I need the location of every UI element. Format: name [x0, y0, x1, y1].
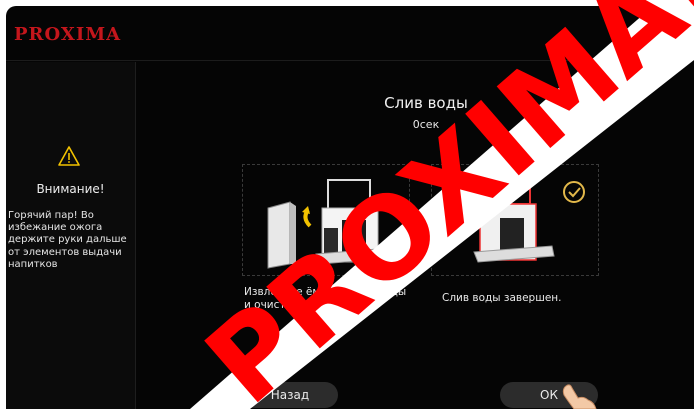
- warning-text: Горячий пар! Во избежание ожога держите …: [8, 210, 127, 270]
- brand-logo: PROXIMA: [14, 24, 122, 45]
- header-divider: [6, 60, 694, 61]
- warning-triangle-icon: [58, 146, 80, 166]
- elapsed-timer: 0сек: [412, 118, 440, 131]
- coffee-machine-remove-tank-icon: [267, 179, 395, 269]
- step-2-caption: Слив воды завершен.: [442, 292, 562, 304]
- arrow-right-icon: [412, 212, 430, 228]
- back-button[interactable]: Назад: [242, 382, 338, 408]
- pointer-hand-icon: [562, 384, 597, 409]
- step-1-caption: Извлеките ёмкость для воды и очистите её…: [244, 286, 407, 311]
- clock: 00:46: [650, 28, 688, 43]
- process-title: Слив воды: [384, 94, 468, 112]
- device-screen: PROXIMA 00:46 Внимание! Горячий пар! Во …: [6, 6, 694, 409]
- coffee-machine-done-icon: [473, 177, 585, 263]
- warning-title: Внимание!: [36, 182, 105, 196]
